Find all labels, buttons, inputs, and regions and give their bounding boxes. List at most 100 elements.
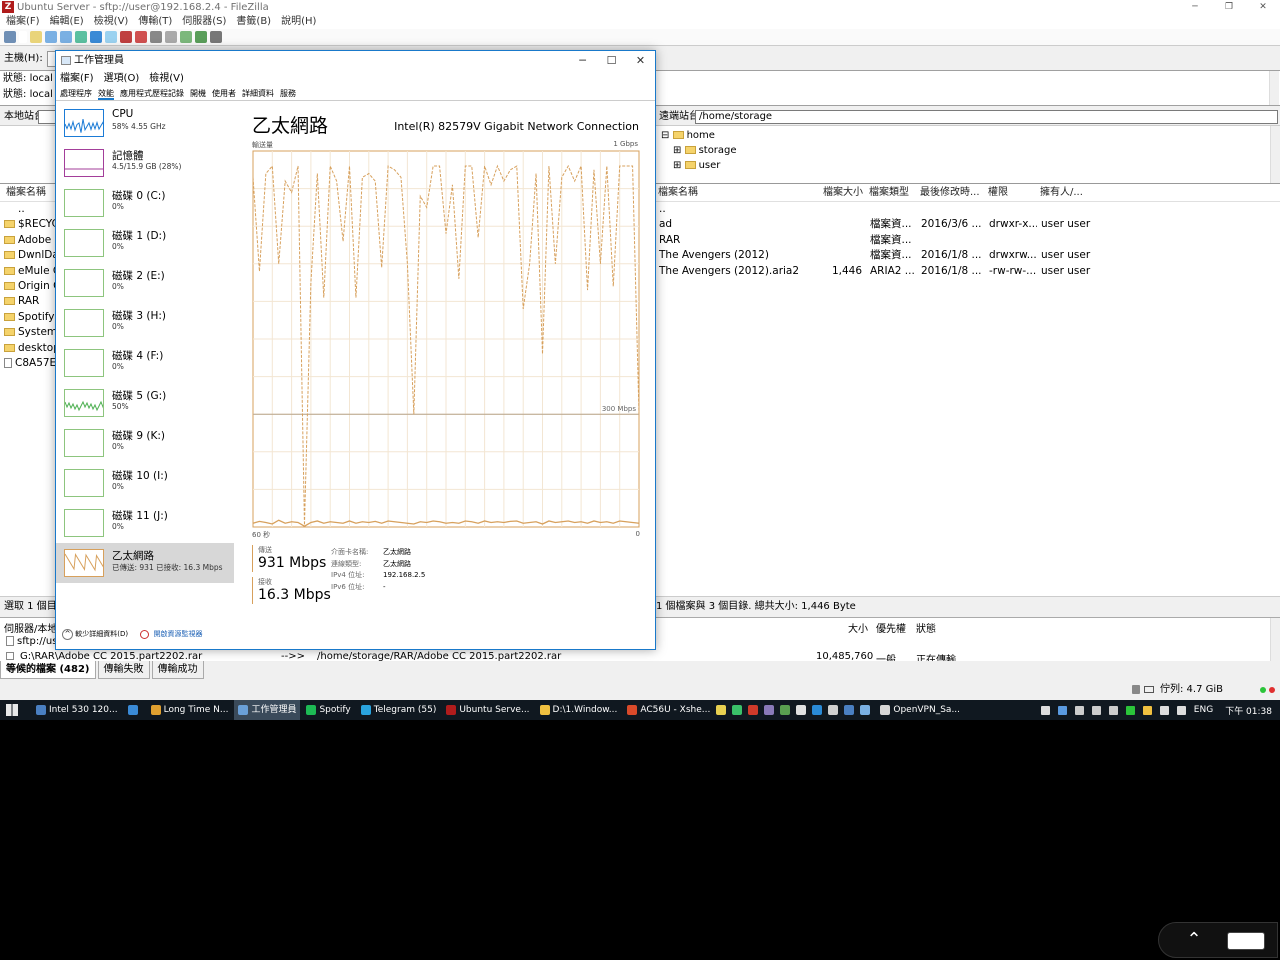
queue-scrollbar[interactable] [1270,618,1280,661]
remote-file-row[interactable]: The Avengers (2012) 檔案資... 2016/1/8 ... drw… [655,248,1280,263]
remote-tree-icon[interactable] [60,31,72,43]
tab[interactable]: 使用者 [212,89,236,98]
tray-icon[interactable] [732,704,743,715]
sidebar-item[interactable]: 磁碟 3 (H:) 0% [56,303,234,343]
tray-icon[interactable] [860,704,871,715]
column-header[interactable]: 檔案名稱 [655,184,815,202]
sidebar-item[interactable]: 磁碟 4 (F:) 0% [56,343,234,383]
sidebar-item[interactable]: 磁碟 9 (K:) 0% [56,423,234,463]
tab-queued[interactable]: 等候的檔案 (482) [0,661,96,679]
taskbar-app[interactable]: Long Time N... [147,700,233,720]
tray-icon[interactable] [1040,705,1050,715]
menu-item[interactable]: 傳輸(T) [132,14,176,29]
remote-file-row[interactable]: ad 檔案資... 2016/3/6 ... drwxr-x... user user [655,217,1280,232]
menu-item[interactable]: 檢視(V) [88,14,133,29]
dropdown-arrow-icon[interactable] [19,31,27,43]
close-button[interactable]: ✕ [1246,0,1280,14]
tab[interactable]: 服務 [280,89,296,98]
tab[interactable]: 應用程式歷程記錄 [120,89,184,98]
sidebar-item[interactable]: 磁碟 2 (E:) 0% [56,263,234,303]
taskbar-app[interactable]: D:\1.Window... [536,700,622,720]
close-button[interactable]: ✕ [626,51,655,71]
tray-icon[interactable] [1091,705,1101,715]
local-tree-icon[interactable] [45,31,57,43]
filter-icon[interactable] [165,31,177,43]
sidebar-item[interactable]: 磁碟 5 (G:) 50% [56,383,234,423]
collapse-arrow-icon[interactable]: ⌃ [1179,929,1209,951]
start-icon[interactable] [6,704,18,716]
tray-icon[interactable] [748,704,759,715]
search-icon[interactable] [210,31,222,43]
sidebar-item[interactable]: CPU 58% 4.55 GHz [56,103,234,143]
queue-file-row[interactable]: G:\RAR\Adobe CC 2015.part2202.rar -->> /… [6,651,1266,661]
tray-icon[interactable] [1159,705,1169,715]
open-resource-monitor-link[interactable]: 開啟資源監視器 [154,630,203,638]
remote-file-row[interactable]: RAR 檔案資... [655,233,1280,248]
compare-icon[interactable] [180,31,192,43]
sidebar-item[interactable]: 磁碟 1 (D:) 0% [56,223,234,263]
remote-path-input[interactable]: /home/storage [695,110,1278,124]
tray-icon[interactable] [1176,705,1186,715]
process-queue-icon[interactable] [105,31,117,43]
tray-icon[interactable] [1142,705,1152,715]
minimize-button[interactable]: ─ [1178,0,1212,14]
clock[interactable]: 下午 01:38 [1225,704,1272,717]
taskbar-app[interactable]: Intel 530 120... [32,700,122,720]
taskbar-app[interactable] [124,700,145,720]
tray-icon[interactable] [1074,705,1084,715]
fewer-details-link[interactable]: 較少詳細資料(D) [75,630,128,638]
sidebar-item[interactable]: 記憶體 4.5/15.9 GB (28%) [56,143,234,183]
cancel-icon[interactable] [120,31,132,43]
tree-node[interactable]: ⊟ home [661,128,1280,143]
tree-node[interactable]: ⊞ storage [661,143,1280,158]
sidebar-item[interactable]: 乙太網路 已傳送: 931 已接收: 16.3 Mbps [56,543,234,583]
reconnect-icon[interactable] [150,31,162,43]
taskbar-app[interactable]: AC56U - Xshe... [623,700,714,720]
tray-icon[interactable] [1057,705,1067,715]
tab-successful[interactable]: 傳輸成功 [151,661,204,679]
sidebar-item[interactable]: 磁碟 0 (C:) 0% [56,183,234,223]
tree-node[interactable]: ⊞ user [661,158,1280,173]
column-header[interactable]: 擁有人/... [1037,184,1097,202]
tab[interactable]: 詳細資料 [242,89,274,98]
menu-item[interactable]: 編輯(E) [44,14,88,29]
tab[interactable]: 處理程序 [60,89,92,98]
menu-item[interactable]: 檔案(F) [0,14,44,29]
restore-button[interactable]: ❐ [1212,0,1246,14]
tab[interactable]: 效能 [98,89,114,100]
tray-icon[interactable] [764,704,775,715]
checkbox[interactable] [6,652,14,660]
menu-item[interactable]: 說明(H) [275,14,320,29]
refresh-icon[interactable] [90,31,102,43]
minimize-button[interactable]: ─ [568,51,597,71]
tab[interactable]: 開機 [190,89,206,98]
keyboard-icon[interactable] [1227,932,1265,950]
column-header[interactable]: 權限 [985,184,1037,202]
disconnect-icon[interactable] [135,31,147,43]
tab-failed[interactable]: 傳輸失敗 [97,661,150,679]
message-log-icon[interactable] [30,31,42,43]
sidebar-item[interactable]: 磁碟 10 (I:) 0% [56,463,234,503]
remote-file-row[interactable]: .. [655,202,1280,217]
taskbar-app[interactable]: Spotify [302,700,354,720]
column-header[interactable]: 檔案類型 [866,184,917,202]
tray-icon[interactable] [812,704,823,715]
tray-icon[interactable] [780,704,791,715]
tray-icon[interactable] [828,704,839,715]
remote-tree-scrollbar[interactable] [1270,126,1280,183]
sync-browse-icon[interactable] [195,31,207,43]
taskbar-app[interactable]: 工作管理員 [234,700,301,720]
taskbar-app[interactable]: OpenVPN_Sa... [876,700,964,720]
menu-item[interactable]: 檢視(V) [149,73,184,84]
queue-icon[interactable] [75,31,87,43]
tray-icon[interactable] [1125,705,1135,715]
input-language[interactable]: ENG [1194,705,1213,715]
remote-tree[interactable]: ⊟ home ⊞ storage ⊞ user [655,126,1280,184]
maximize-button[interactable]: ☐ [597,51,626,71]
sidebar-item[interactable]: 磁碟 11 (J:) 0% [56,503,234,543]
site-manager-icon[interactable] [4,31,16,43]
taskbar-app[interactable]: Ubuntu Serve... [442,700,533,720]
log-scrollbar[interactable] [1269,71,1279,105]
chevron-up-icon[interactable]: ^ [62,628,73,640]
column-header[interactable]: 檔案大小 [815,184,866,202]
